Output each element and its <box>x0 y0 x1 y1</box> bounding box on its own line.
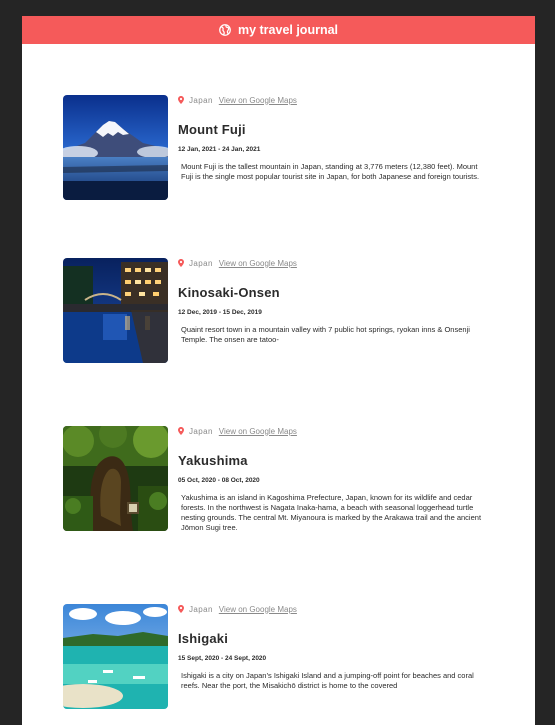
entry-description: Ishigaki is a city on Japan’s Ishigaki I… <box>181 671 474 690</box>
journal-page: my travel journal Japan View on Google M… <box>22 16 535 725</box>
country-label: Japan <box>189 604 213 614</box>
entry-dates: 12 Jan, 2021 - 24 Jan, 2021 <box>178 146 261 153</box>
location-pin-icon <box>178 427 184 435</box>
country-label: Japan <box>189 426 213 436</box>
entry-photo <box>63 426 168 531</box>
entry-description: Quaint resort town in a mountain valley … <box>181 325 470 344</box>
globe-icon <box>219 24 231 36</box>
entry-title: Yakushima <box>178 453 248 468</box>
entry-info: Japan View on Google Maps Yakushima 05 O… <box>178 426 496 533</box>
entry-title: Ishigaki <box>178 631 229 646</box>
entry-description: Mount Fuji is the tallest mountain in Ja… <box>181 162 480 181</box>
entry-info: Japan View on Google Maps Kinosaki-Onsen… <box>178 258 496 345</box>
app-header: my travel journal <box>22 16 535 44</box>
entry-title: Mount Fuji <box>178 122 246 137</box>
google-maps-link[interactable]: View on Google Maps <box>219 96 297 105</box>
entry-dates: 12 Dec, 2019 - 15 Dec, 2019 <box>178 309 262 316</box>
location-pin-icon <box>178 605 184 613</box>
entry-photo <box>63 604 168 709</box>
country-label: Japan <box>189 95 213 105</box>
google-maps-link[interactable]: View on Google Maps <box>219 427 297 436</box>
app-title: my travel journal <box>237 23 339 37</box>
entry-photo <box>63 95 168 200</box>
google-maps-link[interactable]: View on Google Maps <box>219 259 297 268</box>
entry-dates: 15 Sept, 2020 - 24 Sept, 2020 <box>178 655 267 662</box>
entry-description: Yakushima is an island in Kagoshima Pref… <box>181 493 482 532</box>
location-pin-icon <box>178 96 184 104</box>
location-row: Japan View on Google Maps <box>178 604 496 614</box>
country-label: Japan <box>189 258 213 268</box>
entry-dates: 05 Oct, 2020 - 08 Oct, 2020 <box>178 477 260 484</box>
location-row: Japan View on Google Maps <box>178 95 496 105</box>
entry-info: Japan View on Google Maps Ishigaki 15 Se… <box>178 604 496 691</box>
entry-info: Japan View on Google Maps Mount Fuji 12 … <box>178 95 496 182</box>
location-row: Japan View on Google Maps <box>178 426 496 436</box>
google-maps-link[interactable]: View on Google Maps <box>219 605 297 614</box>
entry-photo <box>63 258 168 363</box>
location-pin-icon <box>178 259 184 267</box>
location-row: Japan View on Google Maps <box>178 258 496 268</box>
entry-title: Kinosaki-Onsen <box>178 285 280 300</box>
